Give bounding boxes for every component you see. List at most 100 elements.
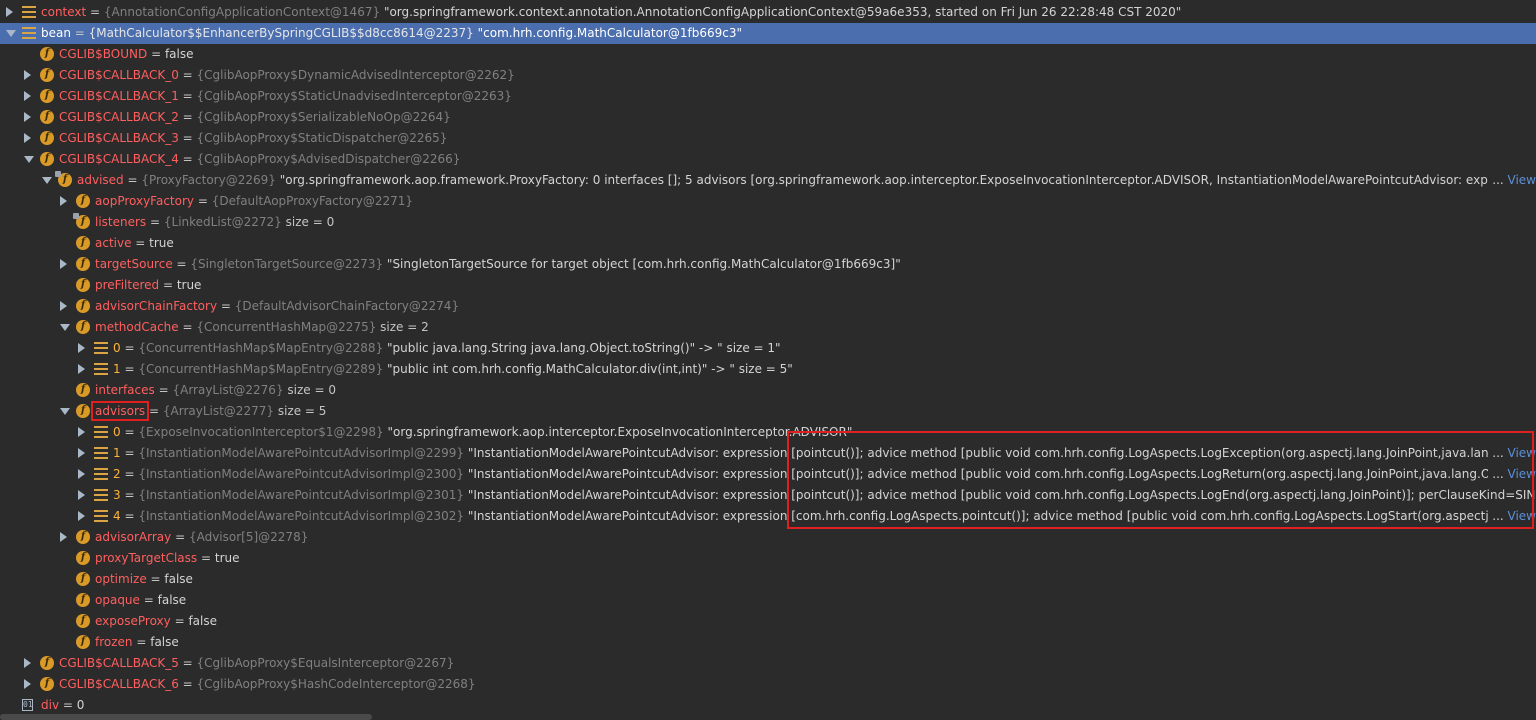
tree-row[interactable]: f CGLIB$CALLBACK_1 = {CglibAopProxy$Stati… [0, 86, 1536, 107]
tree-row[interactable]: f frozen = false [0, 632, 1536, 653]
variable-type: {ConcurrentHashMap$MapEntry@2288} [138, 341, 384, 355]
view-link[interactable]: ... View [1488, 173, 1536, 188]
field-icon: f [76, 530, 90, 544]
view-link[interactable]: ... View [1488, 509, 1536, 524]
view-label[interactable]: View [1504, 467, 1536, 481]
equals-sign: = [178, 152, 197, 166]
equals-sign: = [159, 278, 177, 292]
equals-sign: = [123, 173, 142, 187]
chevron-down-icon[interactable] [60, 324, 70, 331]
tree-row[interactable]: f active = true [0, 233, 1536, 254]
chevron-right-icon[interactable] [78, 448, 85, 458]
tree-row[interactable]: f CGLIB$CALLBACK_5 = {CglibAopProxy$Equal… [0, 653, 1536, 674]
chevron-right-icon[interactable] [78, 364, 85, 374]
tree-row[interactable]: f exposeProxy = false [0, 611, 1536, 632]
chevron-right-icon[interactable] [60, 532, 67, 542]
equals-sign: = [120, 509, 139, 523]
horizontal-scrollbar[interactable] [0, 714, 372, 720]
tree-row[interactable]: f CGLIB$CALLBACK_2 = {CglibAopProxy$Seria… [0, 107, 1536, 128]
variable-text: advisorChainFactory = {DefaultAdvisorCha… [95, 299, 459, 314]
equals-sign: = [178, 656, 197, 670]
tree-row[interactable]: context = {AnnotationConfigApplicationCo… [0, 2, 1536, 23]
tree-row[interactable]: f opaque = false [0, 590, 1536, 611]
tree-row[interactable]: f advisorChainFactory = {DefaultAdvisorCh… [0, 296, 1536, 317]
tree-row[interactable]: f CGLIB$CALLBACK_3 = {CglibAopProxy$Stati… [0, 128, 1536, 149]
tree-row[interactable]: f optimize = false [0, 569, 1536, 590]
tree-row[interactable]: f CGLIB$BOUND = false [0, 44, 1536, 65]
tree-row[interactable]: f preFiltered = true [0, 275, 1536, 296]
chevron-right-icon[interactable] [24, 679, 31, 689]
chevron-right-icon[interactable] [24, 133, 31, 143]
variable-type: {CglibAopProxy$DynamicAdvisedInterceptor… [196, 68, 515, 82]
variable-type: {CglibAopProxy$EqualsInterceptor@2267} [196, 656, 455, 670]
tree-row[interactable]: 3 = {InstantiationModelAwarePointcutAdvi… [0, 485, 1536, 506]
chevron-right-icon[interactable] [6, 7, 13, 17]
tree-row[interactable]: f advisors = {ArrayList@2277} size = 5 [0, 401, 1536, 422]
tree-row[interactable]: f targetSource = {SingletonTargetSource@2… [0, 254, 1536, 275]
variable-name: active [95, 236, 132, 250]
variable-text: opaque = false [95, 593, 186, 608]
chevron-down-icon[interactable] [60, 408, 70, 415]
tree-row[interactable]: f interfaces = {ArrayList@2276} size = 0 [0, 380, 1536, 401]
view-label[interactable]: View [1504, 446, 1536, 460]
variable-name: div [41, 698, 60, 712]
tree-row[interactable]: f advisorArray = {Advisor[5]@2278} [0, 527, 1536, 548]
tree-row[interactable]: 1 = {ConcurrentHashMap$MapEntry@2289} "p… [0, 359, 1536, 380]
equals-sign: = [197, 551, 215, 565]
variable-name: preFiltered [95, 278, 160, 292]
chevron-right-icon[interactable] [24, 112, 31, 122]
tree-row[interactable]: 0 = {ExposeInvocationInterceptor$1@2298}… [0, 422, 1536, 443]
view-label[interactable]: View [1504, 509, 1536, 523]
chevron-down-icon[interactable] [6, 30, 16, 37]
chevron-right-icon[interactable] [78, 511, 85, 521]
equals-sign: = [217, 299, 235, 313]
tree-row[interactable]: 01 div = 0 [0, 695, 1536, 716]
variable-text: aopProxyFactory = {DefaultAopProxyFactor… [95, 194, 413, 209]
tree-row[interactable]: bean = {MathCalculator$$EnhancerBySpring… [0, 23, 1536, 44]
chevron-right-icon[interactable] [60, 301, 67, 311]
tree-row[interactable]: f CGLIB$CALLBACK_6 = {CglibAopProxy$HashC… [0, 674, 1536, 695]
view-link[interactable]: ... View [1488, 446, 1536, 461]
tree-row[interactable]: f advised = {ProxyFactory@2269} "org.spri… [0, 170, 1536, 191]
chevron-right-icon[interactable] [78, 343, 85, 353]
view-link[interactable]: ... View [1488, 467, 1536, 482]
variables-tree[interactable]: context = {AnnotationConfigApplicationCo… [0, 0, 1536, 720]
variable-text: 3 = {InstantiationModelAwarePointcutAdvi… [113, 488, 1536, 503]
tree-row[interactable]: f aopProxyFactory = {DefaultAopProxyFacto… [0, 191, 1536, 212]
chevron-right-icon[interactable] [78, 469, 85, 479]
object-icon [94, 426, 108, 438]
variable-value: "public java.lang.String java.lang.Objec… [387, 341, 781, 355]
variable-text: interfaces = {ArrayList@2276} size = 0 [95, 383, 336, 398]
chevron-right-icon[interactable] [24, 70, 31, 80]
variable-name: methodCache [95, 320, 179, 334]
chevron-right-icon[interactable] [78, 427, 85, 437]
tree-row[interactable]: 0 = {ConcurrentHashMap$MapEntry@2288} "p… [0, 338, 1536, 359]
variable-name: CGLIB$CALLBACK_2 [59, 110, 179, 124]
variable-name: CGLIB$CALLBACK_5 [59, 656, 179, 670]
chevron-down-icon[interactable] [24, 156, 34, 163]
tree-row[interactable]: 4 = {InstantiationModelAwarePointcutAdvi… [0, 506, 1536, 527]
variable-value: false [188, 614, 217, 628]
variable-name: CGLIB$CALLBACK_6 [59, 677, 179, 691]
tree-row[interactable]: f methodCache = {ConcurrentHashMap@2275} … [0, 317, 1536, 338]
tree-row[interactable]: 2 = {InstantiationModelAwarePointcutAdvi… [0, 464, 1536, 485]
field-icon: f [40, 677, 54, 691]
tree-row[interactable]: f listeners = {LinkedList@2272} size = 0 [0, 212, 1536, 233]
chevron-right-icon[interactable] [60, 196, 67, 206]
ellipsis: ... [1492, 467, 1504, 481]
tree-row[interactable]: f CGLIB$CALLBACK_4 = {CglibAopProxy$Advis… [0, 149, 1536, 170]
variable-type: {DefaultAdvisorChainFactory@2274} [234, 299, 460, 313]
variable-type: {CglibAopProxy$AdvisedDispatcher@2266} [196, 152, 461, 166]
chevron-right-icon[interactable] [78, 490, 85, 500]
tree-row[interactable]: f CGLIB$CALLBACK_0 = {CglibAopProxy$Dynam… [0, 65, 1536, 86]
chevron-down-icon[interactable] [42, 177, 52, 184]
tree-row[interactable]: 1 = {InstantiationModelAwarePointcutAdvi… [0, 443, 1536, 464]
chevron-right-icon[interactable] [24, 658, 31, 668]
chevron-right-icon[interactable] [24, 91, 31, 101]
tree-row[interactable]: f proxyTargetClass = true [0, 548, 1536, 569]
variable-type: {SingletonTargetSource@2273} [190, 257, 384, 271]
chevron-right-icon[interactable] [60, 259, 67, 269]
view-label[interactable]: View [1504, 173, 1536, 187]
variable-name: listeners [95, 215, 147, 229]
variable-name: 3 [113, 488, 121, 502]
